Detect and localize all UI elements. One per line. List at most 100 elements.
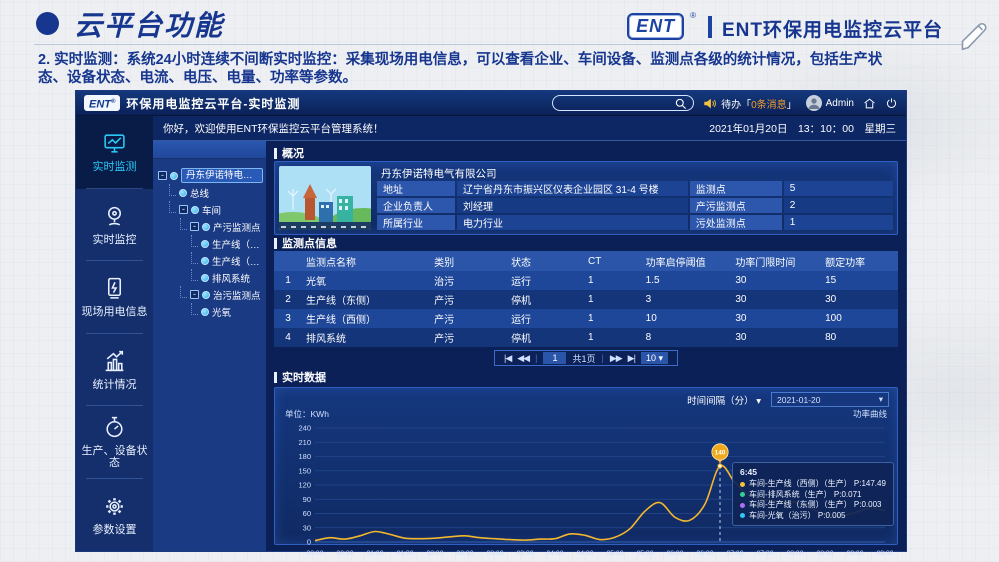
- tree-node-2[interactable]: 总线: [156, 184, 263, 201]
- page-size-select[interactable]: 10 ▾: [641, 352, 668, 364]
- tooltip-entry-text: 车间-生产线（东侧）（生产） P:0.003: [749, 500, 881, 511]
- sidebar-item-6[interactable]: 参数设置: [76, 479, 153, 552]
- caret-down-icon: ▾: [879, 394, 883, 405]
- tree-node-9[interactable]: 光氧: [156, 303, 263, 320]
- interval-dropdown[interactable]: 时间间隔（分） ▾: [687, 393, 761, 407]
- todo-messages[interactable]: 待办「0条消息」: [721, 96, 797, 111]
- table-cell: 100: [821, 313, 898, 324]
- realtime-chart-panel: 时间间隔（分） ▾ 2021-01-20▾ 单位：KWh 功率曲线 240210…: [274, 387, 898, 545]
- last-page-icon[interactable]: ▶|: [628, 353, 635, 364]
- first-page-icon[interactable]: |◀: [504, 353, 511, 364]
- app-logo: ENT®: [84, 95, 120, 112]
- tree-node-label: 光氧: [212, 305, 231, 319]
- tree-node-label: 生产线（西侧）: [212, 254, 263, 268]
- company-illustration: [279, 166, 371, 230]
- tooltip-entry-text: 车间-光氧（治污） P:0.005: [749, 511, 845, 522]
- webcam-icon: [102, 204, 127, 229]
- table-cell: 3: [642, 294, 732, 305]
- search-input[interactable]: [553, 98, 693, 109]
- sidebar-item-5[interactable]: 生产、设备状态: [76, 406, 153, 479]
- table-cell: 停机: [507, 330, 584, 345]
- table-cell: 1: [584, 313, 642, 324]
- overview-label: 污处监测点: [690, 215, 782, 230]
- table-cell: 排风系统: [302, 330, 430, 345]
- tree-node-8[interactable]: -治污监测点: [156, 286, 263, 303]
- chart-tooltip: 6:45 车间-生产线（西侧）（生产） P:147.49车间-排风系统（生产） …: [732, 462, 894, 526]
- table-cell: 10: [642, 313, 732, 324]
- tree-node-icon: [201, 257, 209, 265]
- search-box[interactable]: [552, 95, 694, 111]
- svg-text:210: 210: [298, 438, 311, 447]
- tree-node-icon: [179, 189, 187, 197]
- username[interactable]: Admin: [826, 98, 854, 109]
- tooltip-entry: 车间-生产线（西侧）（生产） P:147.49: [740, 479, 886, 490]
- pen-icon: [953, 16, 991, 54]
- table-cell: 运行: [507, 311, 584, 326]
- tree-connector: [180, 218, 187, 230]
- tree-connector: [191, 252, 198, 264]
- tooltip-entry-text: 车间-生产线（西侧）（生产） P:147.49: [749, 479, 886, 490]
- overview-label: 监测点: [690, 181, 782, 196]
- sidebar-item-label: 实时监测: [91, 161, 139, 173]
- tree-node-icon: [170, 172, 178, 180]
- tree-node-4[interactable]: - 产污监测点: [156, 218, 263, 235]
- row-index: 2: [274, 294, 302, 305]
- sidebar-item-label: 现场用电信息: [80, 306, 150, 318]
- tree-node-7[interactable]: 排风系统: [156, 269, 263, 286]
- svg-text:03:00: 03:00: [486, 550, 503, 557]
- avatar[interactable]: [806, 95, 822, 111]
- sidebar-item-1[interactable]: 实时监测: [76, 116, 153, 189]
- tree-node-icon: [191, 206, 199, 214]
- title-divider: [34, 44, 966, 45]
- svg-text:180: 180: [298, 452, 311, 461]
- pagination-divider: |: [535, 353, 537, 363]
- tree-node-5[interactable]: 生产线（东侧）: [156, 235, 263, 252]
- notification-speaker-icon[interactable]: [703, 97, 717, 110]
- registered-mark: ®: [690, 11, 696, 20]
- next-page-icon[interactable]: ▶▶: [610, 353, 622, 364]
- collapse-icon[interactable]: -: [158, 171, 167, 180]
- column-header: 类别: [430, 254, 507, 269]
- svg-text:09:00: 09:00: [846, 550, 863, 557]
- current-page: 1: [543, 352, 566, 364]
- section-accent-bar: [274, 238, 277, 249]
- table-row[interactable]: 3生产线（西侧）产污运行11030100: [274, 309, 898, 328]
- caret-down-icon: ▾: [756, 396, 761, 407]
- device-tree-panel: -丹东伊诺特电气有限公司总线-车间-产污监测点生产线（东侧）生产线（西侧）排风系…: [153, 141, 266, 551]
- tree-node-6[interactable]: 生产线（西侧）: [156, 252, 263, 269]
- pagination: |◀ ◀◀ | 1 共1页 | ▶▶ ▶| 10 ▾: [494, 350, 678, 366]
- column-header: 功率启停阈值: [642, 254, 732, 269]
- search-icon[interactable]: [675, 98, 687, 110]
- tree-node-3[interactable]: -车间: [156, 201, 263, 218]
- sidebar-item-2[interactable]: 实时监控: [76, 189, 153, 262]
- home-icon[interactable]: [863, 97, 876, 110]
- table-cell: 15: [821, 275, 898, 286]
- logout-power-icon[interactable]: [885, 97, 898, 110]
- stopwatch-icon: [102, 415, 127, 440]
- svg-text:06:00: 06:00: [666, 550, 683, 557]
- collapse-icon[interactable]: -: [190, 222, 199, 231]
- svg-text:08:30: 08:30: [816, 550, 833, 557]
- caret-down-icon: ▾: [658, 353, 663, 363]
- tree-node-label: 产污监测点: [213, 220, 261, 234]
- sidebar-item-3[interactable]: 现场用电信息: [76, 261, 153, 334]
- table-row[interactable]: 2生产线（东侧）产污停机133030: [274, 290, 898, 309]
- table-cell: 1: [584, 275, 642, 286]
- svg-text:05:00: 05:00: [606, 550, 623, 557]
- date-picker[interactable]: 2021-01-20▾: [771, 392, 889, 407]
- svg-text:240: 240: [298, 424, 311, 433]
- prev-page-icon[interactable]: ◀◀: [517, 353, 529, 364]
- sidebar-item-4[interactable]: 统计情况: [76, 334, 153, 407]
- sidebar-item-label: 参数设置: [91, 524, 139, 536]
- collapse-icon[interactable]: -: [190, 290, 199, 299]
- table-cell: 停机: [507, 292, 584, 307]
- column-header: CT: [584, 256, 642, 267]
- svg-text:02:30: 02:30: [456, 550, 473, 557]
- total-pages: 共1页: [572, 352, 595, 365]
- table-row[interactable]: 1光氧治污运行11.53015: [274, 271, 898, 290]
- monitor-chart-icon: [102, 131, 127, 156]
- table-row[interactable]: 4排风系统产污停机183080: [274, 328, 898, 347]
- collapse-icon[interactable]: -: [179, 205, 188, 214]
- tree-node-1[interactable]: -丹东伊诺特电气有限公司: [156, 167, 263, 184]
- tree-connector: [191, 235, 198, 247]
